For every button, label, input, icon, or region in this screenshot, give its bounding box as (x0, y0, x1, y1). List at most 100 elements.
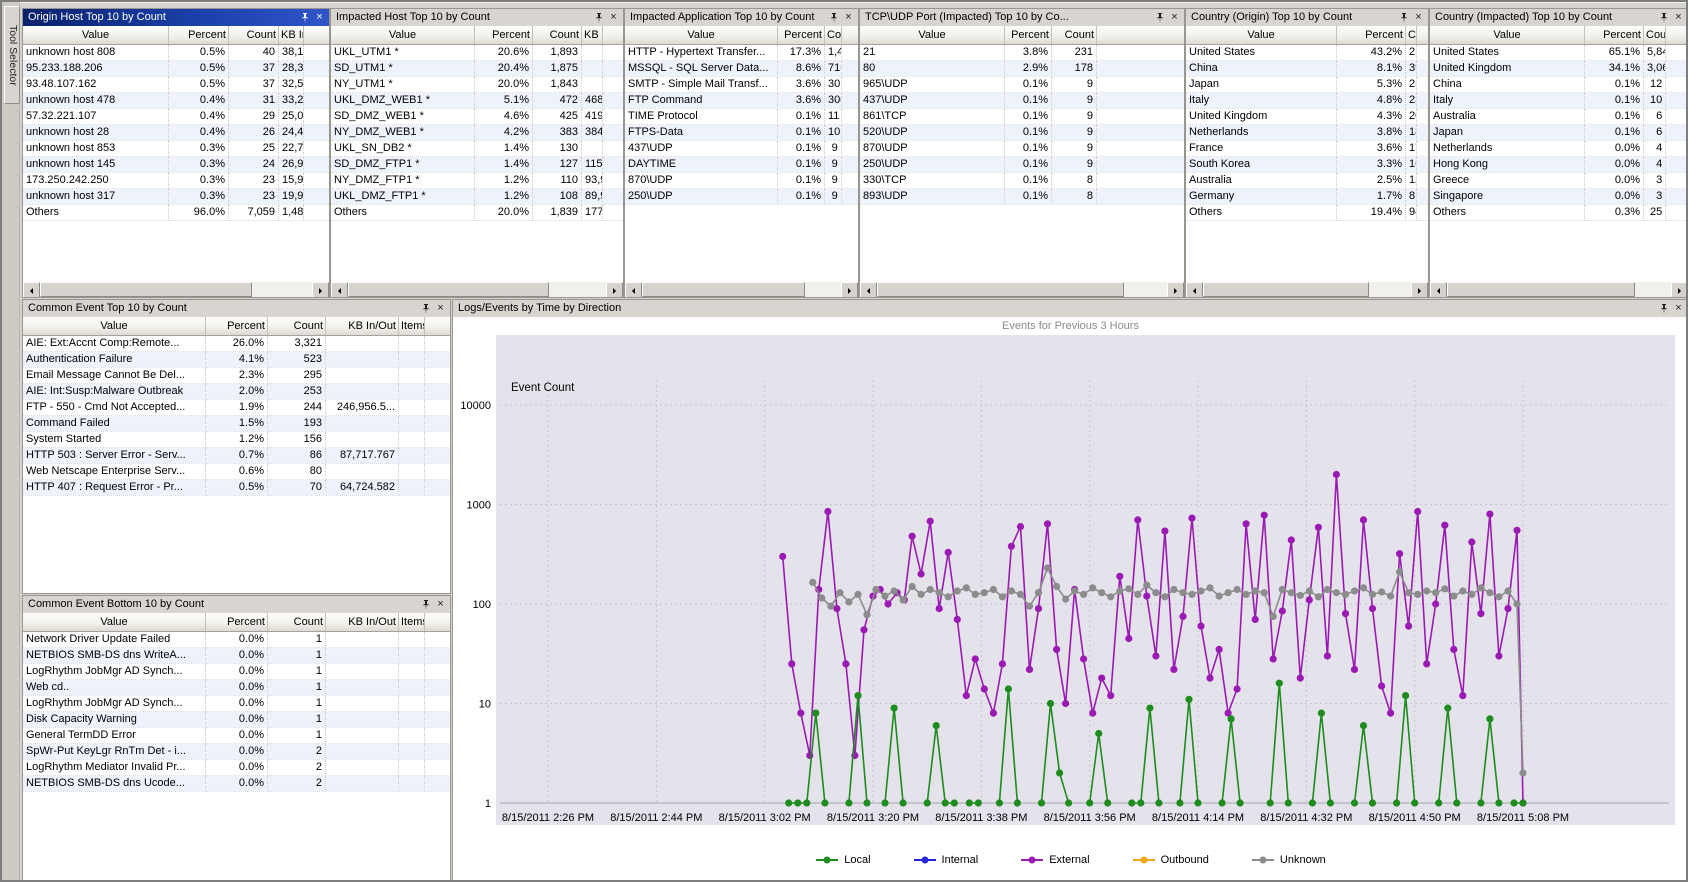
column-header-percent[interactable]: Percent (778, 26, 825, 45)
table-row[interactable]: FTPS-Data0.1%10 (625, 125, 858, 141)
table-row[interactable]: Network Driver Update Failed0.0%1 (23, 632, 450, 648)
scroll-right-button[interactable] (841, 282, 858, 297)
table-row[interactable]: United States65.1%5,842 (1430, 45, 1688, 61)
table-row[interactable]: United States43.2%2,10 (1186, 45, 1428, 61)
horizontal-scrollbar[interactable] (331, 282, 623, 297)
column-header-value[interactable]: Value (860, 26, 1005, 45)
column-header-value[interactable]: Value (23, 26, 169, 45)
scrollbar-track[interactable] (40, 282, 312, 297)
panel-title-bar[interactable]: Country (Impacted) Top 10 by Count× (1430, 9, 1688, 27)
table-row[interactable]: Others19.4%94 (1186, 205, 1428, 221)
scroll-right-button[interactable] (1411, 282, 1428, 297)
scrollbar-track[interactable] (1203, 282, 1411, 297)
table-row[interactable]: 870\UDP0.1%9 (625, 173, 858, 189)
table-row[interactable]: UKL_SN_DB2 *1.4%130 (331, 141, 623, 157)
close-icon[interactable]: × (1672, 11, 1685, 24)
column-header-value[interactable]: Value (23, 317, 206, 336)
table-row[interactable]: LogRhythm JobMgr AD Synch...0.0%1 (23, 696, 450, 712)
scroll-left-button[interactable] (860, 282, 877, 297)
column-header-kb-in-out[interactable]: KB In/Out (279, 26, 304, 45)
pin-icon[interactable] (1657, 11, 1670, 24)
table-row[interactable]: LogRhythm JobMgr AD Synch...0.0%1 (23, 664, 450, 680)
table-row[interactable]: NETBIOS SMB-DS dns WriteA...0.0%1 (23, 648, 450, 664)
horizontal-scrollbar[interactable] (860, 282, 1184, 297)
table-row[interactable]: United Kingdom34.1%3,064 (1430, 61, 1688, 77)
column-header-value[interactable]: Value (1186, 26, 1337, 45)
close-icon[interactable]: × (1672, 302, 1685, 315)
column-header-count[interactable]: Count (268, 613, 326, 632)
column-header-percent[interactable]: Percent (206, 613, 268, 632)
panel-title-bar[interactable]: Common Event Bottom 10 by Count× (23, 596, 450, 614)
legend-item-external[interactable]: External (1020, 854, 1089, 866)
table-row[interactable]: Netherlands0.0%4 (1430, 141, 1688, 157)
table-row[interactable]: 93.48.107.1620.5%3732,570.3... (23, 77, 329, 93)
scrollbar-thumb[interactable] (642, 282, 805, 297)
close-icon[interactable]: × (1412, 11, 1425, 24)
panel-title-bar[interactable]: Country (Origin) Top 10 by Count× (1186, 9, 1428, 27)
column-header-count[interactable]: Count (1406, 26, 1417, 45)
column-header-percent[interactable]: Percent (1585, 26, 1644, 45)
panel-title-bar[interactable]: Impacted Application Top 10 by Count× (625, 9, 858, 27)
scrollbar-thumb[interactable] (1203, 282, 1369, 297)
close-icon[interactable]: × (1168, 11, 1181, 24)
legend-item-unknown[interactable]: Unknown (1251, 854, 1326, 866)
table-row[interactable]: United Kingdom4.3%20 (1186, 109, 1428, 125)
table-row[interactable]: AIE: Int:Susp:Malware Outbreak2.0%253 (23, 384, 450, 400)
table-row[interactable]: AIE: Ext:Accnt Comp:Remote...26.0%3,321 (23, 336, 450, 352)
column-header-percent[interactable]: Percent (1337, 26, 1406, 45)
table-row[interactable]: SpWr-Put KeyLgr RnTm Det - i...0.0%2 (23, 744, 450, 760)
table-row[interactable]: Greece0.0%3 (1430, 173, 1688, 189)
close-icon[interactable]: × (842, 11, 855, 24)
column-header-kb-in-out[interactable]: KB In/Out (326, 613, 399, 632)
table-row[interactable]: Command Failed1.5%193 (23, 416, 450, 432)
table-row[interactable]: Singapore0.0%3 (1430, 189, 1688, 205)
column-header-count[interactable]: Count (229, 26, 279, 45)
table-row[interactable]: 213.8%231 (860, 45, 1184, 61)
scroll-left-button[interactable] (23, 282, 40, 297)
panel-title-bar[interactable]: Origin Host Top 10 by Count× (23, 9, 329, 27)
scrollbar-thumb[interactable] (877, 282, 1124, 297)
table-row[interactable]: Italy0.1%10 (1430, 93, 1688, 109)
table-row[interactable]: UKL_UTM1 *20.6%1,893 (331, 45, 623, 61)
table-row[interactable]: 965\UDP0.1%9 (860, 77, 1184, 93)
table-row[interactable]: FTP Command3.6%300 (625, 93, 858, 109)
table-row[interactable]: 802.9%178 (860, 61, 1184, 77)
column-header-value[interactable]: Value (625, 26, 778, 45)
scrollbar-thumb[interactable] (348, 282, 549, 297)
table-row[interactable]: China8.1%39 (1186, 61, 1428, 77)
table-row[interactable]: LogRhythm Mediator Invalid Pr...0.0%2 (23, 760, 450, 776)
close-icon[interactable]: × (607, 11, 620, 24)
panel-title-bar[interactable]: Common Event Top 10 by Count× (23, 300, 450, 318)
table-row[interactable]: unknown host 4780.4%3133,205.6... (23, 93, 329, 109)
table-row[interactable]: UKL_DMZ_FTP1 *1.2%10889,915.8... (331, 189, 623, 205)
scrollbar-track[interactable] (877, 282, 1167, 297)
panel-title-bar[interactable]: Logs/Events by Time by Direction × (453, 300, 1688, 318)
table-row[interactable]: HTTP - Hypertext Transfer...17.3%1,447 (625, 45, 858, 61)
table-row[interactable]: HTTP 407 : Request Error - Pr...0.5%7064… (23, 480, 450, 496)
column-header-percent[interactable]: Percent (1005, 26, 1052, 45)
table-row[interactable]: Germany1.7%8 (1186, 189, 1428, 205)
table-row[interactable]: Australia2.5%12 (1186, 173, 1428, 189)
scroll-right-button[interactable] (1671, 282, 1688, 297)
table-row[interactable]: SD_DMZ_FTP1 *1.4%127115,063... (331, 157, 623, 173)
table-row[interactable]: MSSQL - SQL Server Data...8.6%716 (625, 61, 858, 77)
pin-icon[interactable] (592, 11, 605, 24)
column-header-kb-in-out[interactable]: KB In/Out (582, 26, 603, 45)
table-row[interactable]: NETBIOS SMB-DS dns Ucode...0.0%2 (23, 776, 450, 792)
table-row[interactable]: 95.233.188.2060.5%3728,374.1... (23, 61, 329, 77)
horizontal-scrollbar[interactable] (23, 282, 329, 297)
table-row[interactable]: 893\UDP0.1%8 (860, 189, 1184, 205)
table-row[interactable]: 437\UDP0.1%9 (625, 141, 858, 157)
pin-icon[interactable] (1397, 11, 1410, 24)
column-header-value[interactable]: Value (23, 613, 206, 632)
pin-icon[interactable] (298, 11, 311, 24)
table-row[interactable]: Netherlands3.8%18 (1186, 125, 1428, 141)
legend-item-outbound[interactable]: Outbound (1132, 854, 1209, 866)
scroll-left-button[interactable] (625, 282, 642, 297)
table-row[interactable]: System Started1.2%156 (23, 432, 450, 448)
scroll-left-button[interactable] (1186, 282, 1203, 297)
horizontal-scrollbar[interactable] (625, 282, 858, 297)
table-row[interactable]: 437\UDP0.1%9 (860, 93, 1184, 109)
table-row[interactable]: 250\UDP0.1%9 (860, 157, 1184, 173)
table-row[interactable]: NY_UTM1 *20.0%1,843 (331, 77, 623, 93)
